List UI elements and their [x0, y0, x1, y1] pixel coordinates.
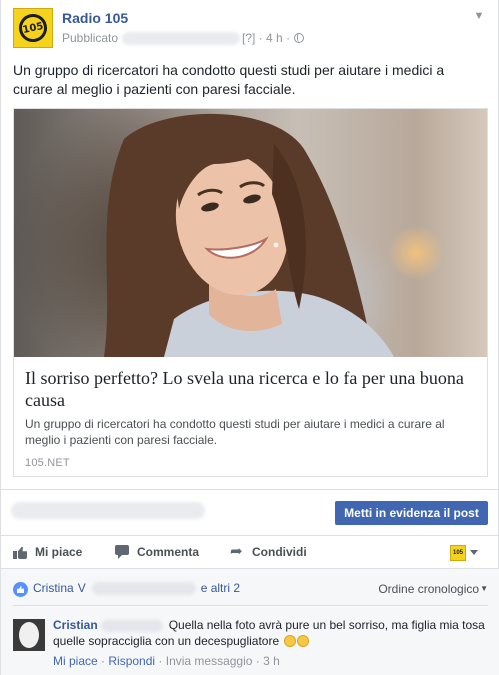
link-description: Un gruppo di ricercatori ha condotto que…	[25, 417, 445, 447]
redacted-author-surname	[100, 619, 163, 632]
redacted-insights	[11, 502, 205, 519]
page-logo[interactable]: 105	[13, 8, 53, 48]
link-preview-image[interactable]	[14, 109, 487, 357]
link-domain: 105.NET	[25, 457, 70, 469]
reactor-initial: V	[77, 581, 86, 595]
chevron-down-icon[interactable]: ▼	[472, 9, 486, 23]
boost-post-button[interactable]: Metti in evidenza il post	[335, 501, 488, 525]
redacted-publisher	[122, 31, 241, 45]
share-label: Condividi	[252, 545, 307, 559]
comment: Cristian Quella nella foto avrà pure un b…	[53, 617, 488, 649]
comment-order-label: Ordine cronologico	[378, 582, 480, 596]
thumbs-up-icon	[13, 545, 29, 559]
comment-icon	[115, 545, 131, 559]
reactor-first-name[interactable]: Cristina	[33, 581, 74, 595]
comment-actions: Mi piace · Rispondi · Invia messaggio · …	[53, 654, 280, 668]
divider	[13, 605, 488, 606]
post-card: 105 Radio 105 Pubblicato [?] · 4 h · ▼ U…	[0, 0, 499, 675]
divider	[1, 489, 499, 490]
laughing-emoji-icon	[283, 635, 296, 647]
send-message-link[interactable]: Invia messaggio	[166, 654, 253, 668]
comment-like-link[interactable]: Mi piace	[53, 654, 98, 668]
woman-smiling-photo	[104, 113, 394, 357]
page-avatar-selector[interactable]: 105	[450, 545, 466, 561]
like-button[interactable]: Mi piace	[13, 536, 82, 568]
reactions-and-comments: Cristina V e altri 2 Ordine cronologico▼…	[1, 569, 499, 675]
comment-time[interactable]: 3 h	[263, 654, 280, 668]
comment-order-select[interactable]: Ordine cronologico▼	[378, 582, 488, 596]
link-title[interactable]: Il sorriso perfetto? Lo svela una ricerc…	[25, 367, 475, 411]
post-meta: Pubblicato [?] · 4 h ·	[62, 31, 305, 45]
comment-button[interactable]: Commenta	[115, 536, 199, 568]
link-preview-card[interactable]: Il sorriso perfetto? Lo svela una ricerc…	[13, 108, 488, 477]
like-label: Mi piace	[35, 545, 83, 559]
redacted-reactor-name	[91, 581, 196, 595]
like-reaction-icon	[13, 582, 28, 597]
page-name-link[interactable]: Radio 105	[62, 10, 128, 26]
commenter-avatar[interactable]	[13, 619, 45, 651]
share-button[interactable]: Condividi	[230, 536, 307, 568]
radio-105-logo: 105	[16, 11, 50, 45]
comment-author[interactable]: Cristian	[53, 618, 98, 632]
post-text: Un gruppo di ricercatori ha condotto que…	[13, 62, 445, 97]
comment-reply-link[interactable]: Rispondi	[108, 654, 155, 668]
published-label: Pubblicato	[62, 31, 119, 45]
comment-label: Commenta	[137, 545, 200, 559]
laughing-emoji-icon	[296, 635, 309, 647]
post-actions-bar: Mi piace Commenta Condividi 105	[1, 536, 499, 568]
share-icon	[230, 542, 246, 560]
post-timestamp[interactable]: [?] · 4 h ·	[242, 31, 290, 45]
globe-icon	[294, 33, 305, 43]
caret-down-icon[interactable]	[470, 550, 478, 555]
reactors-others[interactable]: e altri 2	[201, 581, 240, 595]
caret-down-icon: ▼	[480, 584, 488, 593]
reactors-summary[interactable]: Cristina V e altri 2	[33, 581, 240, 595]
